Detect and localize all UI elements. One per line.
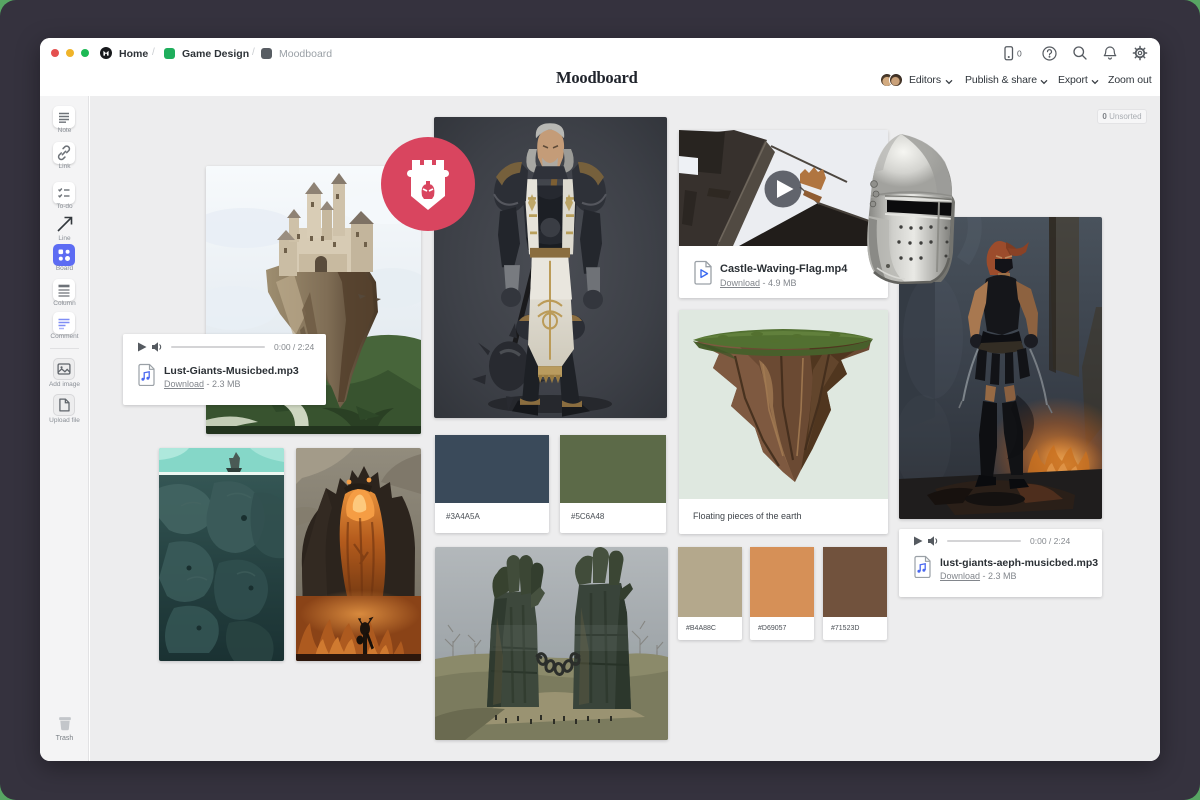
svg-text:0: 0	[1017, 49, 1022, 59]
